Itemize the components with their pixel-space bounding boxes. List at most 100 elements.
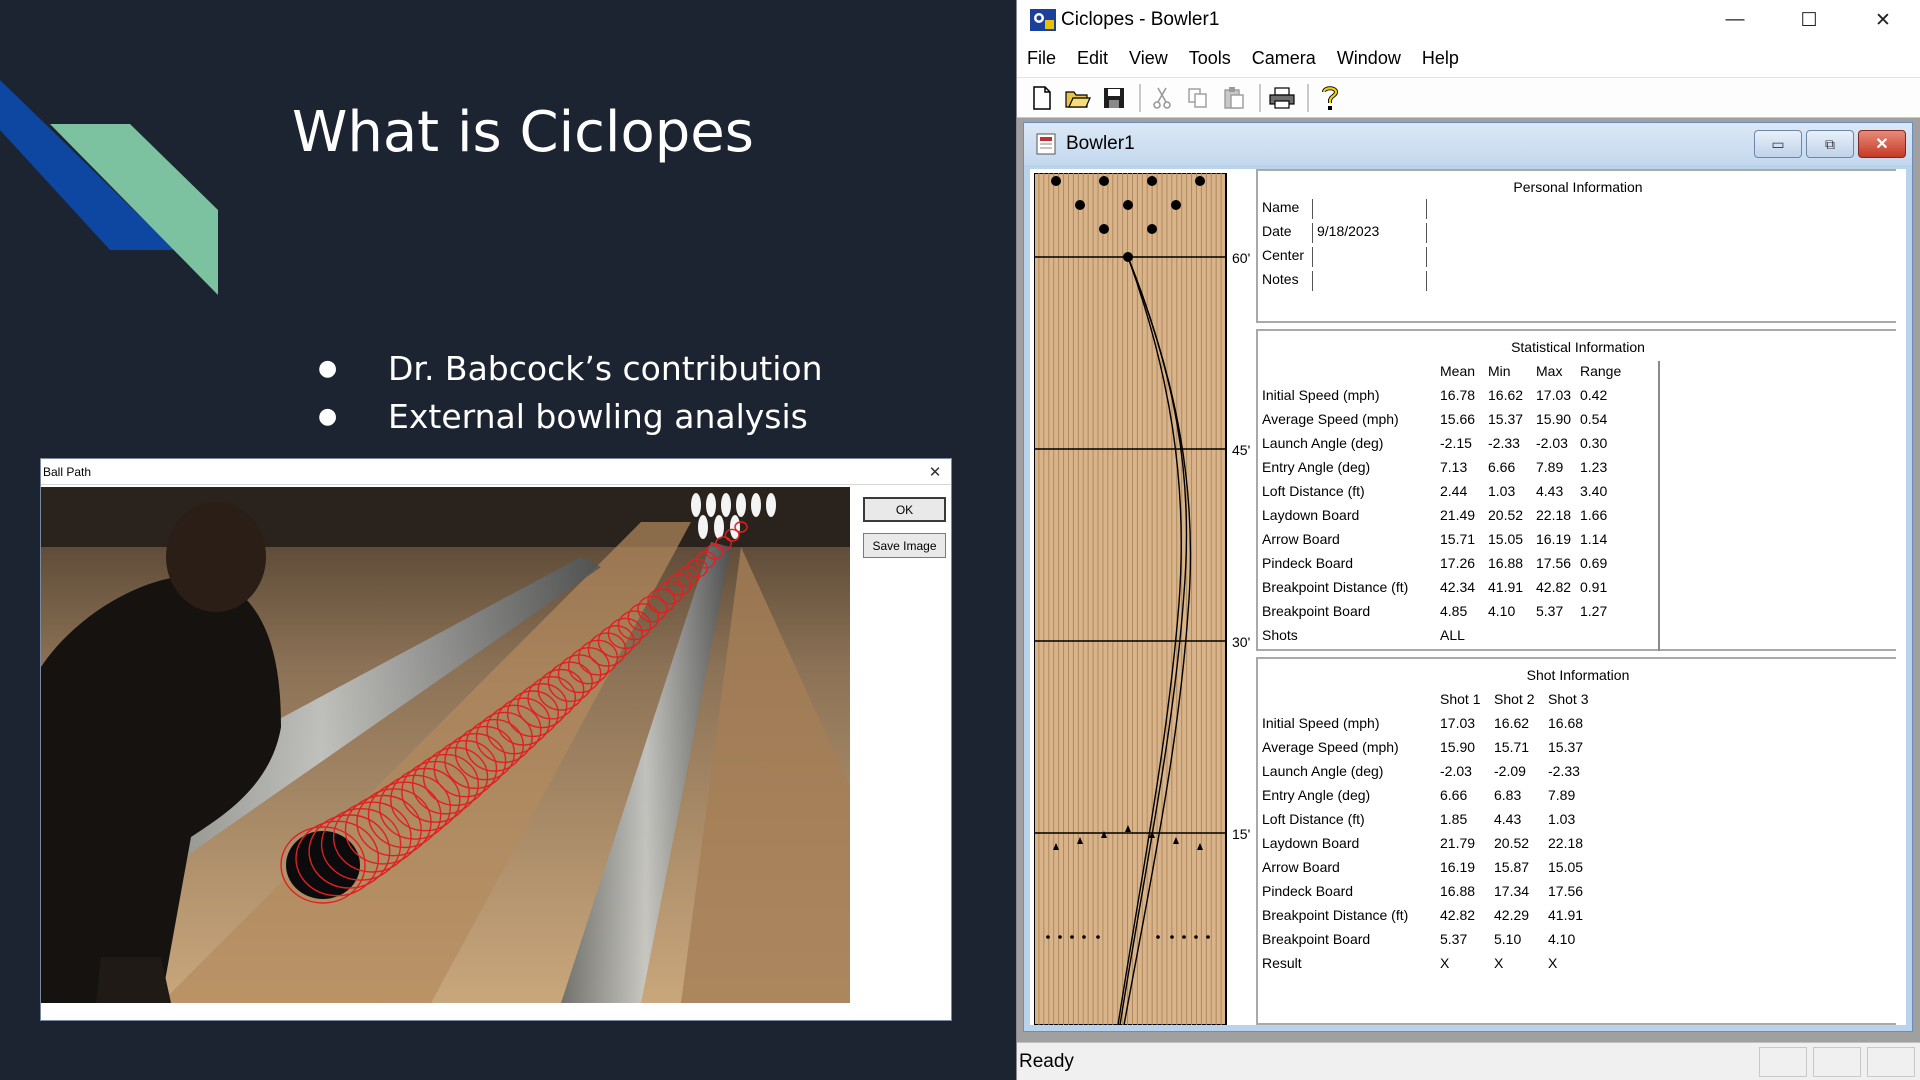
- table-row: Initial Speed (mph) 16.78 16.62 17.03 0.42: [1262, 387, 1898, 411]
- paste-icon[interactable]: [1219, 83, 1249, 113]
- child-restore-icon[interactable]: ⧉: [1806, 130, 1854, 158]
- cut-icon[interactable]: [1147, 83, 1177, 113]
- child-close-icon[interactable]: ✕: [1858, 130, 1906, 158]
- row-label: Breakpoint Board: [1262, 603, 1371, 619]
- row-value: 42.29: [1494, 907, 1530, 923]
- print-icon[interactable]: [1267, 83, 1297, 113]
- save-image-button[interactable]: Save Image: [863, 533, 946, 558]
- row-value: -2.15: [1440, 435, 1472, 451]
- row-value: 16.19: [1536, 531, 1572, 547]
- row-label: Launch Angle (deg): [1262, 435, 1384, 451]
- row-value: 17.56: [1548, 883, 1584, 899]
- row-value: 17.26: [1440, 555, 1476, 571]
- row-value: 17.34: [1494, 883, 1530, 899]
- row-label: Breakpoint Board: [1262, 931, 1371, 947]
- maximize-icon[interactable]: ☐: [1772, 9, 1846, 32]
- decorative-stripes: [0, 80, 218, 295]
- table-row: Entry Angle (deg) 6.66 6.83 7.89: [1262, 787, 1898, 811]
- lane-marker-30: 30': [1232, 634, 1250, 650]
- table-row: Average Speed (mph) 15.66 15.37 15.90 0.54: [1262, 411, 1898, 435]
- notes-field[interactable]: [1312, 271, 1427, 291]
- personal-info-panel: Personal Information Name Date 9/18/2023…: [1256, 169, 1896, 323]
- row-value: 16.88: [1488, 555, 1524, 571]
- slide: What is Ciclopes Dr. Babcock’s contribut…: [0, 0, 1016, 1080]
- menu-camera[interactable]: Camera: [1252, 48, 1316, 69]
- row-value: 15.37: [1548, 739, 1584, 755]
- date-field[interactable]: 9/18/2023: [1312, 223, 1427, 243]
- row-value: 15.87: [1494, 859, 1530, 875]
- row-value: 15.90: [1536, 411, 1572, 427]
- row-label: Shots: [1262, 627, 1298, 643]
- row-label: Pindeck Board: [1262, 883, 1354, 899]
- row-label: Launch Angle (deg): [1262, 763, 1384, 779]
- personal-info-title: Personal Information: [1513, 179, 1643, 195]
- table-row: Launch Angle (deg) -2.03 -2.09 -2.33: [1262, 763, 1898, 787]
- ciclopes-window: Ciclopes - Bowler1 — ☐ ✕ File Edit View …: [1016, 0, 1920, 1080]
- child-client-area: 60' 45' 30' 15' Personal Information Nam…: [1030, 169, 1906, 1025]
- close-icon[interactable]: ✕: [919, 463, 951, 481]
- child-minimize-icon[interactable]: ▭: [1754, 130, 1802, 158]
- row-label: Laydown Board: [1262, 507, 1360, 523]
- table-row: Arrow Board 16.19 15.87 15.05: [1262, 859, 1898, 883]
- close-icon[interactable]: ✕: [1846, 9, 1920, 32]
- shot-info-panel: Shot Information Shot 1 Shot 2 Shot 3 In…: [1256, 657, 1896, 1025]
- row-value: 41.91: [1488, 579, 1524, 595]
- row-value: 7.89: [1548, 787, 1576, 803]
- bullet-item: Dr. Babcock’s contribution: [318, 345, 823, 393]
- row-value: 4.85: [1440, 603, 1468, 619]
- menu-help[interactable]: Help: [1422, 48, 1459, 69]
- row-value: 0.69: [1580, 555, 1608, 571]
- row-label: Arrow Board: [1262, 859, 1340, 875]
- lane-diagram: 60' 45' 30' 15': [1034, 173, 1250, 1025]
- ciclopes-app-icon: [1030, 9, 1056, 31]
- menu-window[interactable]: Window: [1337, 48, 1401, 69]
- row-value: 17.56: [1536, 555, 1572, 571]
- row-value: 16.78: [1440, 387, 1476, 403]
- minimize-icon[interactable]: —: [1698, 9, 1772, 31]
- row-label: Laydown Board: [1262, 835, 1360, 851]
- save-disk-icon[interactable]: [1099, 83, 1129, 113]
- row-value: 0.91: [1580, 579, 1608, 595]
- help-icon[interactable]: [1315, 83, 1345, 113]
- mdi-workspace: Bowler1 ▭ ⧉ ✕ 60' 45' 30' 15' Personal I…: [1017, 118, 1920, 1042]
- row-value: 5.37: [1536, 603, 1564, 619]
- ok-button[interactable]: OK: [863, 497, 946, 522]
- menu-edit[interactable]: Edit: [1077, 48, 1108, 69]
- column-header: Max: [1536, 363, 1563, 379]
- row-value: 20.52: [1488, 507, 1524, 523]
- column-header: Range: [1580, 363, 1622, 379]
- lane-marker-15: 15': [1232, 826, 1250, 842]
- ball-path-dialog: Ball Path ✕ OK Save Image: [40, 458, 952, 1021]
- menu-bar: File Edit View Tools Camera Window Help: [1017, 40, 1920, 78]
- row-value: -2.03: [1440, 763, 1472, 779]
- toolbar-separator: [1259, 83, 1261, 112]
- menu-file[interactable]: File: [1027, 48, 1056, 69]
- table-row: Result X X X: [1262, 955, 1898, 979]
- table-row: Launch Angle (deg) -2.15 -2.33 -2.03 0.30: [1262, 435, 1898, 459]
- dialog-title: Ball Path: [43, 464, 92, 479]
- row-value: 16.88: [1440, 883, 1476, 899]
- table-row: Entry Angle (deg) 7.13 6.66 7.89 1.23: [1262, 459, 1898, 483]
- name-field[interactable]: [1312, 199, 1427, 219]
- row-value: 20.52: [1494, 835, 1530, 851]
- row-value: ALL: [1440, 627, 1465, 643]
- menu-tools[interactable]: Tools: [1189, 48, 1231, 69]
- row-value: 17.03: [1536, 387, 1572, 403]
- row-value: X: [1440, 955, 1450, 971]
- row-value: 15.05: [1548, 859, 1584, 875]
- menu-view[interactable]: View: [1129, 48, 1168, 69]
- row-value: 1.14: [1580, 531, 1608, 547]
- ball-path-video-frame: [41, 487, 850, 1003]
- new-file-icon[interactable]: [1027, 83, 1057, 113]
- row-value: 1.85: [1440, 811, 1468, 827]
- row-value: 7.13: [1440, 459, 1468, 475]
- center-field[interactable]: [1312, 247, 1427, 267]
- open-folder-icon[interactable]: [1063, 83, 1093, 113]
- copy-icon[interactable]: [1183, 83, 1213, 113]
- row-label: Arrow Board: [1262, 531, 1340, 547]
- row-value: 3.40: [1580, 483, 1608, 499]
- row-value: X: [1548, 955, 1558, 971]
- row-value: 15.71: [1494, 739, 1530, 755]
- row-value: 0.30: [1580, 435, 1608, 451]
- row-value: 15.37: [1488, 411, 1524, 427]
